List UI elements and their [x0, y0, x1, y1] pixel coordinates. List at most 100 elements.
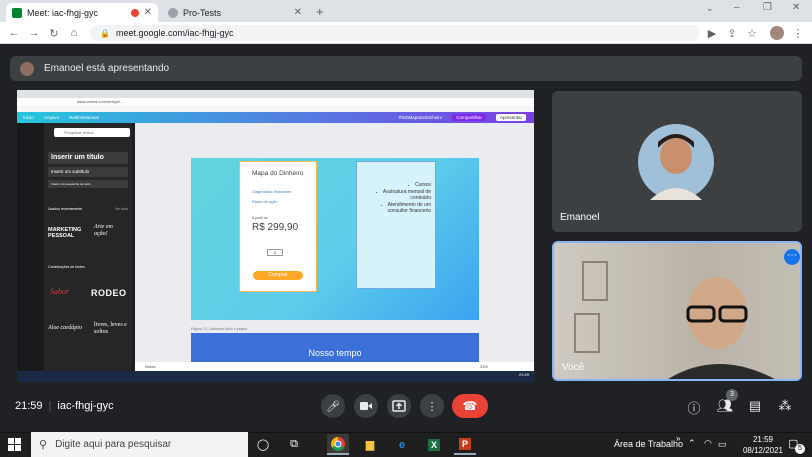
excel-icon[interactable]: X [423, 434, 445, 455]
card-title: Mapa do Dinheiro [252, 170, 304, 177]
canva-workspace: Mapa do Dinheiro Diagnóstico financeiro … [135, 123, 534, 371]
activities-icon[interactable]: ⁂ [776, 398, 794, 414]
shared-bookmarks-bar [17, 105, 534, 112]
search-icon: ⚲ [39, 439, 48, 451]
canva-icon-rail [17, 123, 44, 371]
canva-notes: Notas [145, 364, 156, 369]
font-sample-1: MARKETING PESSOAL [48, 227, 82, 239]
address-bar[interactable]: 🔒 meet.google.com/iac-fhgj-gyc [90, 25, 700, 41]
shared-screen[interactable]: www.canva.com/design/... Início Arquivo … [17, 90, 534, 382]
leave-call-button[interactable]: ☎︎ [452, 394, 488, 418]
camera-button[interactable] [354, 394, 378, 418]
canva-present-button: Apresentar [495, 114, 526, 121]
meet-favicon-icon [12, 7, 22, 18]
presenting-text: Emanoel está apresentando [44, 63, 170, 74]
maximize-button[interactable]: ❐ [763, 2, 772, 13]
canva-menu-file: Arquivo [43, 115, 60, 120]
minimize-button[interactable]: – [734, 2, 740, 13]
desktop-toolbar-label[interactable]: Área de Trabalho [614, 439, 683, 449]
people-count-badge: 3 [726, 389, 738, 401]
canva-project-name: PitchMapaDoDinheiro [398, 115, 443, 120]
tab-title: Meet: iac-fhgj-gyc [27, 7, 99, 18]
lock-icon: 🔒 [100, 28, 110, 38]
camera-indicator-icon[interactable]: ▶ [704, 25, 720, 41]
pricing-card: Mapa do Dinheiro Diagnóstico financeiro … [239, 161, 317, 292]
forward-icon[interactable]: → [26, 25, 42, 41]
shared-browser-tabs [17, 90, 534, 98]
globe-icon [168, 7, 178, 18]
meeting-code: iac-fhgj-gyc [57, 400, 114, 412]
file-explorer-icon[interactable]: ▆ [359, 434, 381, 455]
participant-tile-self[interactable]: ⋯ Você [552, 241, 802, 381]
price-value: R$ 299,90 [252, 222, 299, 233]
reload-icon[interactable]: ↻ [46, 25, 62, 41]
edge-icon[interactable]: e [391, 434, 413, 455]
buy-button: Comprar [253, 271, 303, 280]
chrome-taskbar-icon[interactable] [327, 434, 349, 455]
tab-meet[interactable]: Meet: iac-fhgj-gyc ✕ [6, 3, 158, 22]
chat-icon[interactable]: ▤ [746, 398, 764, 414]
canva-add-body: Inserir um pouquinho de texto [48, 180, 128, 188]
system-clock[interactable]: 21:59 08/12/2021 [738, 434, 788, 456]
close-tab-icon[interactable]: ✕ [294, 7, 302, 18]
new-tab-button[interactable]: + [316, 4, 324, 19]
microphone-icon: 🎤︎ [326, 400, 340, 413]
bookmark-star-icon[interactable]: ☆ [744, 25, 760, 41]
camera-icon [360, 402, 372, 410]
battery-icon[interactable]: ▭ [718, 439, 727, 450]
canva-add-heading: Inserir um título [48, 152, 128, 164]
canva-menu-home: Início [23, 115, 34, 120]
canva-text-panel: Pesquisar textos Inserir um título Inser… [44, 123, 132, 371]
url-text: meet.google.com/iac-fhgj-gyc [115, 28, 234, 38]
more-options-icon[interactable]: ⋯ [784, 249, 800, 265]
meeting-time: 21:59 [15, 400, 43, 412]
menu-icon[interactable]: ⋮ [790, 25, 806, 41]
close-tab-icon[interactable]: ✕ [144, 7, 152, 18]
canva-search: Pesquisar textos [54, 128, 130, 137]
canva-share-button: Compartilhar [452, 114, 486, 121]
presenter-avatar [20, 61, 34, 76]
meeting-details-icon[interactable]: ⓘ [685, 398, 703, 417]
font-sample-2: Arte em ação! [94, 224, 113, 237]
canva-recent-label: Usados recentemente [48, 207, 83, 211]
font-sample-6: livres, leves e soltos [94, 322, 127, 335]
windows-search-box[interactable]: ⚲ Digite aqui para pesquisar [31, 432, 248, 457]
more-options-button[interactable]: ⋮ [420, 394, 444, 418]
microphone-button[interactable]: 🎤︎ [321, 394, 345, 418]
participant-tile-emanoel[interactable]: Emanoel [552, 91, 802, 232]
self-person [668, 277, 775, 379]
card-item-2: Plano de ação [252, 199, 278, 204]
canva-see-all: Ver tudo [115, 207, 129, 211]
notification-count: 5 [795, 444, 805, 454]
tab-search-icon[interactable]: ⌄ [706, 3, 714, 14]
separator: | [48, 400, 52, 412]
font-sample-4: RODEO [91, 288, 127, 298]
canva-add-subtitle: Inserir um subtítulo [48, 167, 128, 177]
participant-name: Você [562, 362, 585, 373]
toolbar-chevron-icon[interactable]: » [676, 434, 680, 443]
wifi-icon[interactable]: ◠ [704, 438, 712, 449]
tab-title: Pro-Tests [183, 7, 222, 18]
back-icon[interactable]: ← [6, 25, 22, 41]
feature-item: Atendimento de um consultor financeiro [365, 202, 431, 215]
close-window-button[interactable]: ✕ [792, 2, 800, 13]
task-view-icon[interactable]: ⧉ [283, 434, 305, 455]
page-label: Página 13 - Adicionar título à página [191, 327, 248, 331]
share-icon[interactable]: ⇪ [724, 25, 740, 41]
present-icon [392, 400, 406, 412]
search-placeholder: Digite aqui para pesquisar [55, 439, 172, 450]
present-screen-button[interactable] [387, 394, 411, 418]
home-icon[interactable]: ⌂ [66, 25, 82, 41]
profile-avatar[interactable] [770, 26, 784, 40]
tray-overflow-icon[interactable]: ⌃ [688, 438, 696, 449]
windows-start-icon[interactable] [8, 438, 21, 451]
cortana-icon[interactable]: ◯ [252, 434, 274, 455]
tab-pro-tests[interactable]: Pro-Tests ✕ [162, 3, 308, 22]
canva-footer: Notas 33% [135, 362, 534, 371]
wall-frame [582, 261, 608, 301]
powerpoint-icon[interactable]: P [454, 434, 476, 455]
hang-up-icon: ☎︎ [462, 399, 478, 413]
feature-item: Assinatura mensal de conteúdo [365, 189, 431, 202]
presenting-banner: Emanoel está apresentando [10, 56, 802, 81]
clock-time: 21:59 [752, 435, 774, 444]
